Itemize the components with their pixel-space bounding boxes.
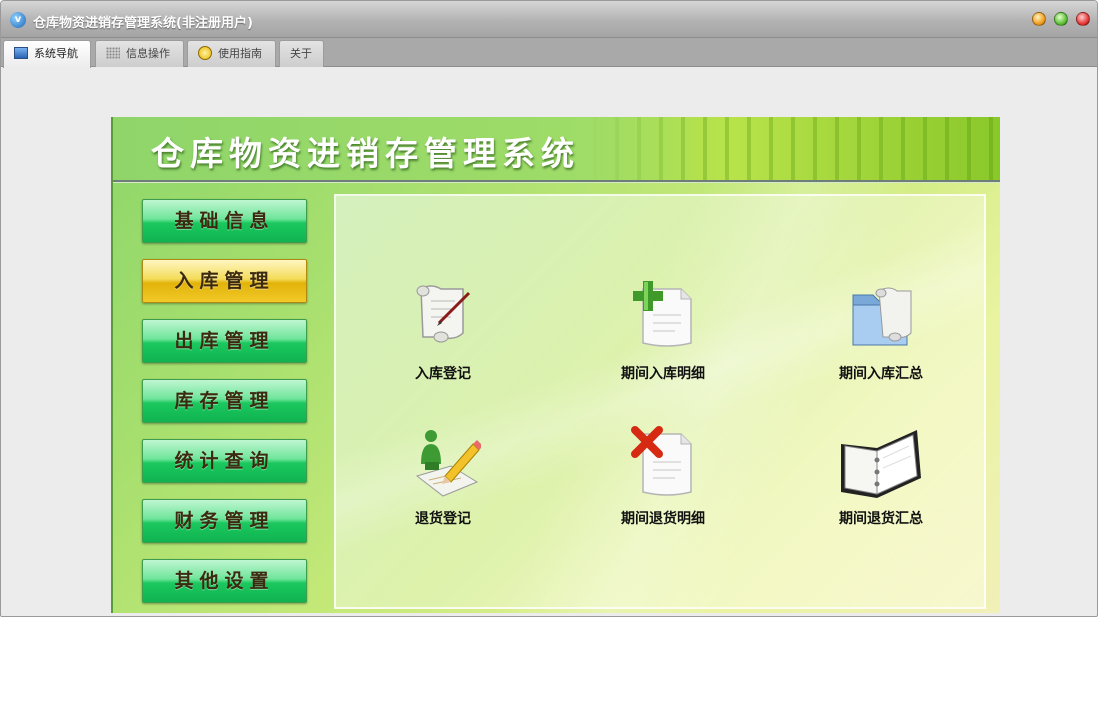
menu-statistics-query[interactable]: 统计查询 [142, 439, 307, 483]
scroll-pen-icon [416, 285, 471, 343]
app-window: v 仓库物资进销存管理系统(非注册用户) 系统导航 信息操作 使用指南 关于 仓… [0, 0, 1098, 617]
document-remove-icon [631, 426, 692, 496]
folder-scroll-icon [852, 287, 912, 346]
menu-inventory-management[interactable]: 库存管理 [142, 379, 307, 423]
navigation-panel: 仓库物资进销存管理系统 基础信息 入库管理 出库管理 库存管理 统计查询 财务管… [111, 117, 1000, 613]
item-label: 退货登记 [415, 511, 471, 527]
function-area: 入库登记 期间入库明细 期间入库汇总 退货登记 期间退货明细 期间退货汇总 [334, 194, 986, 609]
tab-info-operation[interactable]: 信息操作 [95, 40, 184, 67]
close-button[interactable] [1076, 12, 1090, 26]
tab-label: 信息操作 [126, 47, 170, 60]
clock-icon [198, 46, 212, 60]
minimize-button[interactable] [1032, 12, 1046, 26]
item-period-inbound-summary[interactable]: 期间入库汇总 [811, 281, 951, 391]
tab-bar: 系统导航 信息操作 使用指南 关于 [1, 38, 1097, 68]
item-period-return-detail[interactable]: 期间退货明细 [593, 426, 733, 536]
document-add-icon [633, 281, 692, 347]
item-period-inbound-detail[interactable]: 期间入库明细 [593, 281, 733, 391]
system-title: 仓库物资进销存管理系统 [151, 134, 580, 173]
item-label: 期间退货汇总 [839, 511, 923, 527]
monitor-icon [14, 47, 28, 59]
item-label: 期间入库汇总 [839, 366, 923, 382]
panel-header: 仓库物资进销存管理系统 [113, 117, 1000, 182]
window-title: 仓库物资进销存管理系统(非注册用户) [33, 16, 253, 31]
title-bar[interactable]: v 仓库物资进销存管理系统(非注册用户) [1, 1, 1097, 38]
item-return-registration[interactable]: 退货登记 [373, 426, 513, 536]
item-period-return-summary[interactable]: 期间退货汇总 [811, 426, 951, 536]
item-inbound-registration[interactable]: 入库登记 [373, 281, 513, 391]
tab-label: 使用指南 [218, 47, 262, 60]
menu-finance-management[interactable]: 财务管理 [142, 499, 307, 543]
item-label: 期间退货明细 [621, 511, 705, 527]
tab-about[interactable]: 关于 [279, 40, 324, 67]
app-logo-icon: v [10, 12, 26, 28]
grid-icon [106, 47, 120, 59]
item-label: 期间入库明细 [621, 366, 705, 382]
tab-user-guide[interactable]: 使用指南 [187, 40, 276, 67]
pencil-figure-icon [415, 430, 481, 497]
maximize-button[interactable] [1054, 12, 1068, 26]
tab-label: 关于 [290, 47, 312, 60]
menu-outbound-management[interactable]: 出库管理 [142, 319, 307, 363]
menu-inbound-management[interactable]: 入库管理 [142, 259, 307, 303]
tab-system-navigation[interactable]: 系统导航 [3, 40, 91, 68]
menu-basic-info[interactable]: 基础信息 [142, 199, 307, 243]
binder-icon [841, 430, 921, 498]
tab-label: 系统导航 [34, 47, 78, 60]
item-label: 入库登记 [415, 366, 471, 382]
menu-other-settings[interactable]: 其他设置 [142, 559, 307, 603]
